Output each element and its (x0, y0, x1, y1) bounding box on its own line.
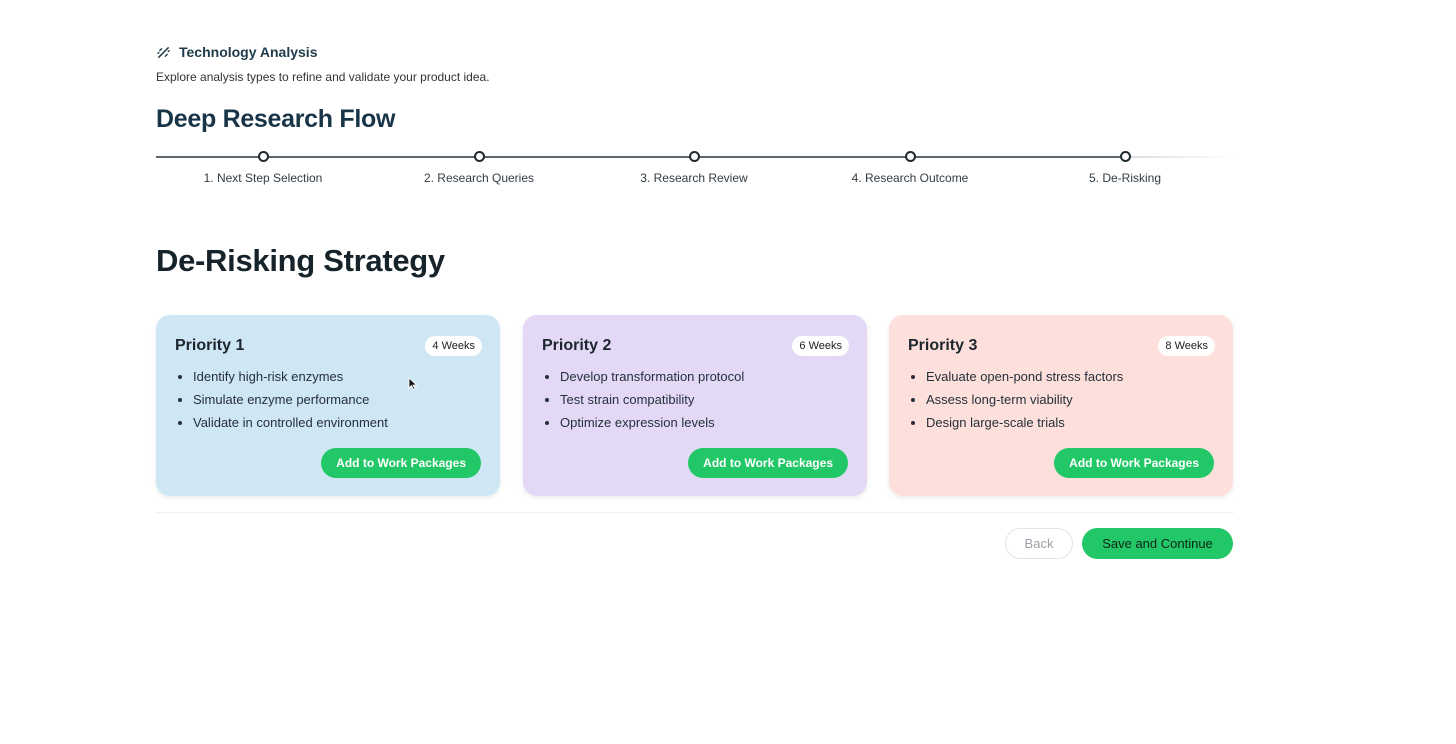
step-dot (1119, 151, 1131, 162)
step-research-outcome[interactable]: 4. Research Outcome (810, 150, 1010, 185)
step-label: 3. Research Review (640, 171, 748, 185)
duration-badge: 4 Weeks (425, 336, 482, 356)
list-item: Test strain compatibility (560, 390, 744, 413)
task-list: Develop transformation protocol Test str… (560, 367, 744, 436)
priority-card-1: Priority 1 4 Weeks Identify high-risk en… (156, 315, 500, 496)
card-header: Priority 2 6 Weeks (542, 336, 849, 356)
divider (156, 512, 1234, 513)
strategy-title: De-Risking Strategy (156, 243, 445, 278)
section-subtitle: Explore analysis types to refine and val… (156, 70, 490, 84)
step-label: 1. Next Step Selection (203, 171, 323, 185)
step-label: 4. Research Outcome (851, 171, 969, 185)
header-row: Technology Analysis (156, 44, 490, 60)
task-list: Identify high-risk enzymes Simulate enzy… (193, 367, 388, 436)
priority-card-2: Priority 2 6 Weeks Develop transformatio… (523, 315, 867, 496)
add-to-work-packages-button[interactable]: Add to Work Packages (1054, 448, 1214, 478)
list-item: Evaluate open-pond stress factors (926, 367, 1123, 390)
duration-badge: 6 Weeks (792, 336, 849, 356)
card-header: Priority 3 8 Weeks (908, 336, 1215, 356)
step-dot (688, 151, 700, 162)
card-header: Priority 1 4 Weeks (175, 336, 482, 356)
card-title: Priority 2 (542, 337, 612, 354)
add-to-work-packages-button[interactable]: Add to Work Packages (321, 448, 481, 478)
list-item: Identify high-risk enzymes (193, 367, 388, 390)
progress-stepper: 1. Next Step Selection 2. Research Queri… (156, 150, 1236, 190)
list-item: Assess long-term viability (926, 390, 1123, 413)
list-item: Simulate enzyme performance (193, 390, 388, 413)
step-de-risking[interactable]: 5. De-Risking (1025, 150, 1225, 185)
flow-title: Deep Research Flow (156, 105, 396, 133)
add-to-work-packages-button[interactable]: Add to Work Packages (688, 448, 848, 478)
step-dot (473, 151, 485, 162)
card-title: Priority 3 (908, 337, 978, 354)
sparkle-icon (157, 46, 170, 58)
task-list: Evaluate open-pond stress factors Assess… (926, 367, 1123, 436)
step-next-step-selection[interactable]: 1. Next Step Selection (163, 150, 363, 185)
duration-badge: 8 Weeks (1158, 336, 1215, 356)
section-title: Technology Analysis (179, 44, 318, 60)
step-research-queries[interactable]: 2. Research Queries (379, 150, 579, 185)
save-and-continue-button[interactable]: Save and Continue (1082, 528, 1233, 559)
list-item: Design large-scale trials (926, 413, 1123, 436)
step-dot (904, 151, 916, 162)
step-label: 5. De-Risking (1088, 171, 1162, 185)
list-item: Validate in controlled environment (193, 413, 388, 436)
card-title: Priority 1 (175, 337, 245, 354)
step-dot (257, 151, 269, 162)
step-label: 2. Research Queries (423, 171, 535, 185)
back-button[interactable]: Back (1005, 528, 1073, 559)
list-item: Optimize expression levels (560, 413, 744, 436)
mouse-cursor-icon (408, 377, 418, 391)
list-item: Develop transformation protocol (560, 367, 744, 390)
page-header: Technology Analysis Explore analysis typ… (156, 44, 490, 84)
step-research-review[interactable]: 3. Research Review (594, 150, 794, 185)
priority-card-3: Priority 3 8 Weeks Evaluate open-pond st… (889, 315, 1233, 496)
